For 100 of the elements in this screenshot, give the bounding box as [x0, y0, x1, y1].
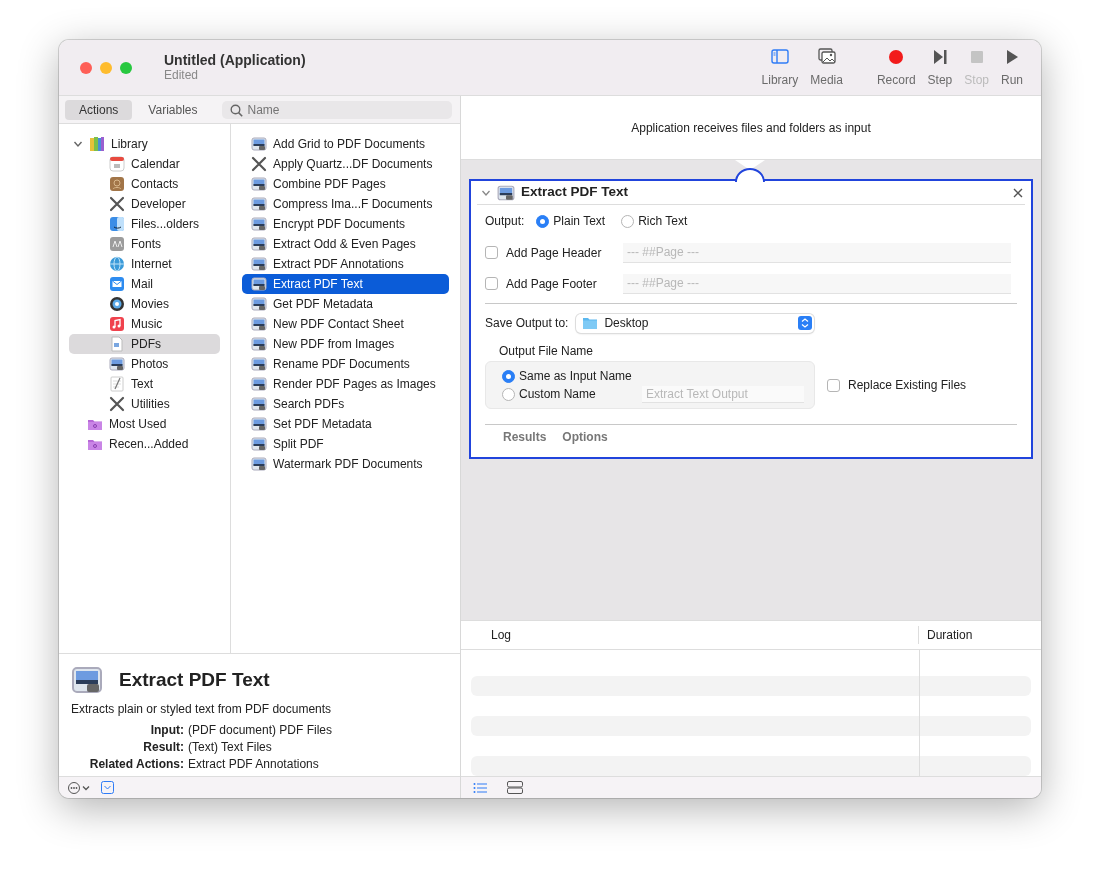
description-summary: Extracts plain or styled text from PDF documents — [71, 701, 333, 718]
location-popup[interactable]: Desktop — [576, 313, 815, 333]
picture-icon — [251, 336, 267, 352]
picture-icon — [251, 416, 267, 432]
action-item[interactable]: Search PDFs — [242, 394, 449, 414]
action-item[interactable]: Watermark PDF Documents — [242, 454, 449, 474]
more-options-icon[interactable] — [67, 780, 91, 795]
category-item[interactable]: Mail — [69, 274, 220, 294]
picture-icon — [251, 236, 267, 252]
footer-tab[interactable]: Options — [562, 428, 608, 446]
action-item[interactable]: Rename PDF Documents — [242, 354, 449, 374]
category-item[interactable]: Developer — [69, 194, 220, 214]
window-subtitle: Edited — [164, 68, 200, 83]
picture-icon — [251, 256, 267, 272]
action-item[interactable]: Get PDF Metadata — [242, 294, 449, 314]
column-header[interactable]: Duration — [919, 626, 973, 644]
category-item[interactable]: Utilities — [69, 394, 220, 414]
toolbar-step-button[interactable]: Step — [921, 46, 959, 89]
action-item[interactable]: New PDF Contact Sheet — [242, 314, 449, 334]
action-item[interactable]: New PDF from Images — [242, 334, 449, 354]
toolbar-library-button[interactable]: Library — [755, 46, 805, 89]
picture-icon — [251, 396, 267, 412]
action-item[interactable]: Compress Ima...F Documents — [242, 194, 449, 214]
list-view-icon[interactable] — [473, 781, 487, 794]
split-view-icon[interactable] — [507, 781, 523, 794]
picture-icon — [109, 356, 125, 372]
detail-value: (PDF document) PDF Files — [188, 722, 334, 739]
close-button[interactable] — [80, 61, 92, 74]
play-circle-icon — [109, 296, 125, 312]
radio-option[interactable]: Custom Name — [502, 385, 642, 403]
chevron-icon[interactable] — [73, 139, 83, 149]
envelope-icon — [109, 276, 125, 292]
save-output-label: Save Output to: — [485, 315, 569, 332]
picture-icon — [251, 136, 267, 152]
category-item[interactable]: PDFs — [69, 334, 220, 354]
notepad-icon — [109, 376, 125, 392]
checkbox-option[interactable]: Add Page Header — [485, 243, 623, 262]
category-item[interactable]: Fonts — [69, 234, 220, 254]
folder-icon — [582, 316, 599, 330]
picture-icon — [251, 196, 267, 212]
letters-icon — [109, 236, 125, 252]
checkbox-option[interactable]: Add Page Footer — [485, 274, 623, 293]
category-item[interactable]: Recen...Added — [69, 434, 220, 454]
category-item[interactable]: Movies — [69, 294, 220, 314]
category-item[interactable]: Library — [69, 134, 220, 154]
action-item[interactable]: Extract Odd & Even Pages — [242, 234, 449, 254]
action-item[interactable]: Add Grid to PDF Documents — [242, 134, 449, 154]
address-book-icon — [109, 176, 125, 192]
picture-icon — [251, 356, 267, 372]
category-item[interactable]: Text — [69, 374, 220, 394]
library-tab[interactable]: Actions — [65, 99, 133, 120]
radio-option[interactable]: Plain Text — [536, 212, 606, 230]
action-item[interactable]: Extract PDF Annotations — [242, 254, 449, 274]
tools-icon — [109, 396, 125, 412]
category-item[interactable]: Photos — [69, 354, 220, 374]
library-tab[interactable]: Variables — [138, 99, 208, 120]
category-item[interactable]: Music — [69, 314, 220, 334]
footer-tab[interactable]: Results — [503, 428, 547, 446]
action-item[interactable]: Extract PDF Text — [242, 274, 449, 294]
detail-value: Extract PDF Annotations — [188, 756, 320, 773]
zoom-button[interactable] — [120, 61, 132, 74]
output-label: Output: — [485, 213, 525, 230]
category-item[interactable]: Files...olders — [69, 214, 220, 234]
close-icon[interactable] — [1013, 187, 1023, 198]
calendar-icon — [109, 156, 125, 172]
detail-label: Input: — [149, 722, 184, 739]
books-icon — [89, 136, 105, 152]
checkbox-option[interactable]: Replace Existing Files — [827, 376, 967, 394]
detail-label: Result: — [142, 739, 184, 756]
action-item[interactable]: Render PDF Pages as Images — [242, 374, 449, 394]
output-file-name-label: Output File Name — [498, 343, 595, 360]
picture-icon — [251, 276, 267, 292]
document-icon — [109, 336, 125, 352]
radio-option[interactable]: Same as Input Name — [502, 367, 642, 385]
category-item[interactable]: Calendar — [69, 154, 220, 174]
music-note-icon — [109, 316, 125, 332]
picture-icon — [251, 456, 267, 472]
toolbar-run-button[interactable]: Run — [995, 46, 1029, 89]
detail-value: (Text) Text Files — [188, 739, 273, 756]
action-item[interactable]: Apply Quartz...DF Documents — [242, 154, 449, 174]
tools-icon — [251, 156, 267, 172]
description-toggle-icon[interactable] — [101, 781, 114, 794]
picture-icon — [251, 376, 267, 392]
category-item[interactable]: Contacts — [69, 174, 220, 194]
globe-icon — [109, 256, 125, 272]
picture-icon — [251, 296, 267, 312]
search-field[interactable]: Name — [221, 100, 452, 119]
category-item[interactable]: Internet — [69, 254, 220, 274]
picture-icon — [251, 316, 267, 332]
action-item[interactable]: Encrypt PDF Documents — [242, 214, 449, 234]
action-item[interactable]: Split PDF — [242, 434, 449, 454]
action-item[interactable]: Set PDF Metadata — [242, 414, 449, 434]
action-item[interactable]: Combine PDF Pages — [242, 174, 449, 194]
picture-icon — [251, 216, 267, 232]
column-header[interactable]: Log — [461, 626, 919, 644]
picture-icon — [497, 183, 515, 202]
toolbar-media-button[interactable]: Media — [804, 46, 849, 89]
category-item[interactable]: Most Used — [69, 414, 220, 434]
toolbar-record-button[interactable]: Record — [870, 46, 922, 89]
radio-option[interactable]: Rich Text — [621, 212, 688, 230]
